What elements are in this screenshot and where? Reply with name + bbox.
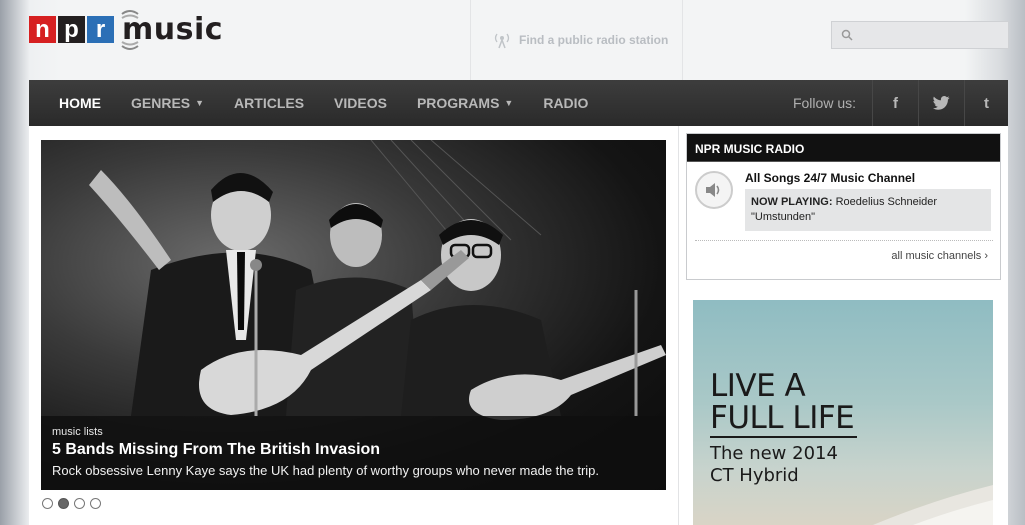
search-input[interactable]	[860, 25, 1005, 45]
ad-headline: LIVE A FULL LIFE	[710, 368, 855, 436]
now-playing-label: NOW PLAYING:	[751, 196, 833, 208]
hero-teaser: Rock obsessive Lenny Kaye says the UK ha…	[52, 463, 600, 478]
nav-item-articles[interactable]: ARTICLES	[219, 80, 319, 126]
radio-tower-icon	[494, 33, 510, 49]
follow-us-label: Follow us:	[792, 95, 856, 111]
now-playing-box: NOW PLAYING: Roedelius Schneider "Umstun…	[745, 189, 991, 231]
nav-item-genres[interactable]: GENRES ▼	[116, 80, 219, 126]
nav-item-videos[interactable]: VIDEOS	[319, 80, 402, 126]
ad-sub-line-1: The new 2014	[710, 443, 838, 464]
caret-down-icon: ▼	[504, 98, 514, 108]
hero-carousel[interactable]: music lists 5 Bands Missing From The Bri…	[41, 140, 666, 490]
nav-home-label: HOME	[59, 95, 101, 111]
hero-kicker[interactable]: music lists	[52, 426, 655, 438]
main-nav: HOME GENRES ▼ ARTICLES VIDEOS PROGRAMS ▼ R…	[29, 80, 1008, 126]
facebook-button[interactable]: f	[872, 80, 918, 126]
npr-music-logo[interactable]: n p r music	[29, 10, 223, 50]
tumblr-button[interactable]: t	[964, 80, 1008, 126]
music-wordmark: music	[121, 10, 223, 50]
column-divider	[678, 126, 679, 525]
audio-play-button[interactable]	[695, 171, 733, 209]
twitter-icon	[933, 96, 950, 110]
ad-sub-line-2: CT Hybrid	[710, 465, 799, 486]
advertisement[interactable]: LIVE A FULL LIFE The new 2014 CT Hybrid	[693, 300, 993, 525]
nav-articles-label: ARTICLES	[234, 95, 305, 111]
all-channels-label: all music channels	[891, 250, 982, 262]
npr-music-radio-widget: NPR MUSIC RADIO All Songs 24/7 Music Cha…	[686, 133, 1001, 280]
ad-subheadline: The new 2014 CT Hybrid	[710, 443, 838, 487]
facebook-icon: f	[893, 94, 898, 112]
npr-letter-n: n	[29, 16, 56, 43]
ad-rule	[710, 436, 857, 438]
find-station-label: Find a public radio station	[519, 33, 669, 47]
chevron-right-icon: ›	[984, 250, 988, 262]
hero-caption[interactable]: music lists 5 Bands Missing From The Bri…	[41, 416, 666, 490]
speaker-icon	[706, 183, 720, 197]
radio-separator	[695, 240, 993, 241]
nav-programs-label: PROGRAMS	[416, 95, 500, 111]
carousel-dot-1[interactable]	[42, 498, 53, 509]
main-content: music lists 5 Bands Missing From The Bri…	[29, 126, 1008, 525]
caret-down-icon: ▼	[195, 98, 205, 108]
carousel-dot-3[interactable]	[74, 498, 85, 509]
npr-letter-r: r	[87, 16, 114, 43]
radio-widget-heading: NPR MUSIC RADIO	[687, 134, 1000, 162]
nav-radio-label: RADIO	[543, 95, 589, 111]
npr-letter-p: p	[58, 16, 85, 43]
nav-item-programs[interactable]: PROGRAMS ▼	[402, 80, 528, 126]
npr-logo-letters: n p r	[29, 16, 116, 43]
nav-videos-label: VIDEOS	[334, 95, 387, 111]
nav-item-home[interactable]: HOME	[29, 80, 116, 126]
search-icon	[841, 29, 853, 41]
carousel-dot-4[interactable]	[90, 498, 101, 509]
find-station-link[interactable]: Find a public radio station	[470, 0, 683, 80]
radio-channel-name[interactable]: All Songs 24/7 Music Channel	[745, 171, 915, 185]
search-box[interactable]	[831, 21, 1009, 49]
ad-headline-line-2: FULL LIFE	[710, 400, 855, 436]
all-music-channels-link[interactable]: all music channels ›	[891, 250, 988, 262]
tumblr-icon: t	[984, 94, 989, 112]
nav-item-radio[interactable]: RADIO	[528, 80, 603, 126]
twitter-button[interactable]	[918, 80, 964, 126]
site-header: n p r music Find a public radio station	[0, 0, 1025, 80]
sound-wave-icon	[121, 10, 139, 50]
carousel-dots	[42, 498, 106, 509]
ad-headline-line-1: LIVE A	[710, 368, 806, 404]
nav-genres-label: GENRES	[131, 95, 191, 111]
carousel-dot-2[interactable]	[58, 498, 69, 509]
hero-title[interactable]: 5 Bands Missing From The British Invasio…	[52, 441, 655, 459]
